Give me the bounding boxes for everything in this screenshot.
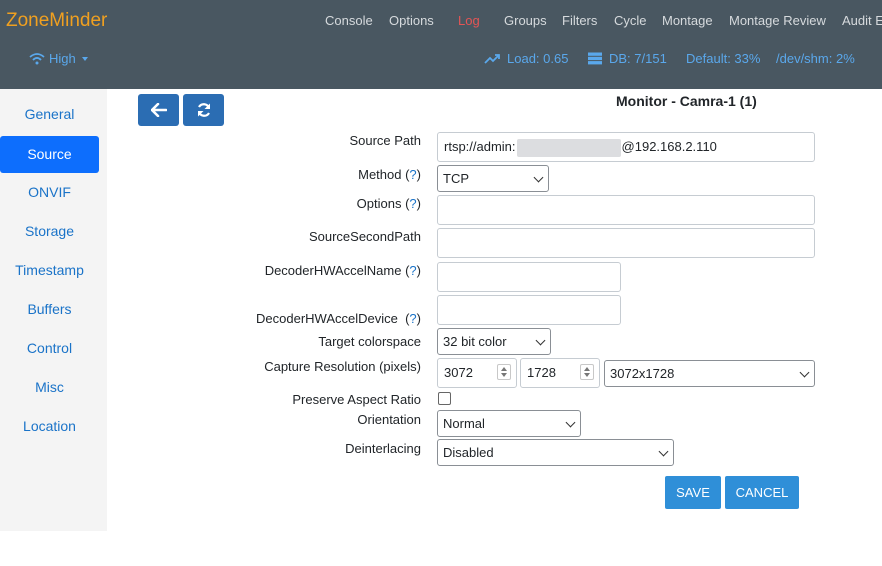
chevron-down-icon [799,367,810,378]
nav-item-audit[interactable]: Audit E [842,13,882,28]
decoder-hw-accel-device-input[interactable] [437,295,621,325]
deinterlacing-label: Deinterlacing [345,441,421,456]
sidebar-item-onvif[interactable]: ONVIF [0,174,99,211]
nav-item-montage-review[interactable]: Montage Review [729,13,826,28]
decoder-hw-accel-name-help-link[interactable]: ? [409,263,416,278]
decoder-hw-accel-name-label: DecoderHWAccelName (?) [265,263,421,278]
decoder-hw-accel-name-label-text: DecoderHWAccelName ( [264,263,410,278]
chevron-down-icon [535,335,546,346]
options-label-text: Options ( [356,196,410,211]
source-path-label: Source Path [349,133,421,148]
decoder-hw-accel-device-label: DecoderHWAccelDevice (?) [249,296,421,326]
default-storage-stat[interactable]: Default: 33% [686,51,760,66]
top-navbar: ZoneMinder Console Options Log Groups Fi… [0,0,882,89]
decoder-hw-accel-name-label-close: ) [416,263,421,278]
options-label-close: ) [416,196,421,211]
target-colorspace-label: Target colorspace [318,334,421,349]
cancel-button[interactable]: CANCEL [725,476,799,509]
capture-height-input[interactable]: 1728 [520,358,600,388]
settings-sidebar: General Source ONVIF Storage Timestamp B… [0,89,107,531]
method-value: TCP [443,171,469,186]
options-help-link[interactable]: ? [409,196,416,211]
db-value: DB: 7/151 [609,51,667,66]
db-stat: DB: 7/151 [587,51,667,66]
decoder-hw-accel-device-label-text: DecoderHWAccelDevice ( [256,311,410,326]
capture-width-input[interactable]: 3072 [437,358,517,388]
source-path-suffix: @192.168.2.110 [621,139,717,154]
source-path-prefix: rtsp://admin: [444,139,516,154]
nav-item-log[interactable]: Log [458,13,480,28]
refresh-icon [197,103,210,117]
method-label: Method (?) [358,167,421,182]
source-second-path-input[interactable] [437,228,815,258]
chevron-down-icon [565,417,576,428]
sidebar-item-location[interactable]: Location [0,408,99,445]
nav-item-groups[interactable]: Groups [504,13,547,28]
capture-resolution-preset: 3072x1728 [610,366,675,381]
decoder-hw-accel-device-label-close: ) [416,311,421,326]
nav-item-montage[interactable]: Montage [662,13,713,28]
trend-up-icon [484,54,500,64]
orientation-label: Orientation [357,412,421,427]
capture-height-value: 1728 [527,365,556,380]
stepper-icon[interactable] [580,364,594,380]
arrow-left-icon [150,103,167,117]
source-path-input[interactable]: rtsp://admin: @192.168.2.110 [437,132,815,162]
deinterlacing-value: Disabled [443,445,494,460]
orientation-select[interactable]: Normal [437,410,581,437]
sidebar-item-control[interactable]: Control [0,330,99,367]
options-input[interactable] [437,195,815,225]
capture-resolution-select[interactable]: 3072x1728 [604,360,815,387]
options-label: Options (?) [357,196,421,211]
sidebar-item-storage[interactable]: Storage [0,213,99,250]
back-button[interactable] [138,94,179,126]
redacted-credentials [516,138,621,157]
capture-resolution-label: Capture Resolution (pixels) [264,359,421,374]
deinterlacing-select[interactable]: Disabled [437,439,674,466]
decoder-hw-accel-name-input[interactable] [437,262,621,292]
nav-item-options[interactable]: Options [389,13,434,28]
method-label-close: ) [416,167,421,182]
sidebar-item-misc[interactable]: Misc [0,369,99,406]
main-menu: Console Options Log Groups Filters Cycle… [0,13,882,31]
sidebar-item-source[interactable]: Source [0,136,99,173]
save-button[interactable]: SAVE [665,476,721,509]
chevron-down-icon [533,172,544,183]
orientation-value: Normal [443,416,485,431]
sidebar-item-buffers[interactable]: Buffers [0,291,99,328]
sidebar-item-timestamp[interactable]: Timestamp [0,252,99,289]
method-help-link[interactable]: ? [409,167,416,182]
load-stat: Load: 0.65 [484,51,568,66]
shm-stat[interactable]: /dev/shm: 2% [776,51,855,66]
preserve-aspect-ratio-checkbox[interactable] [438,392,451,405]
sidebar-item-general[interactable]: General [0,96,99,133]
method-label-text: Method ( [358,167,410,182]
capture-width-value: 3072 [444,365,473,380]
nav-item-console[interactable]: Console [325,13,373,28]
decoder-hw-accel-device-help-link[interactable]: ? [409,311,416,326]
load-value: Load: 0.65 [507,51,569,66]
method-select[interactable]: TCP [437,165,549,192]
preserve-aspect-ratio-label: Preserve Aspect Ratio [292,392,421,407]
source-second-path-label: SourceSecondPath [308,229,421,244]
system-stats: Load: 0.65 DB: 7/151 Default: 33% /dev/s… [0,51,882,69]
nav-item-cycle[interactable]: Cycle [614,13,647,28]
stepper-icon[interactable] [497,364,511,380]
database-icon [588,52,602,65]
refresh-button[interactable] [183,94,224,126]
nav-item-filters[interactable]: Filters [562,13,597,28]
target-colorspace-select[interactable]: 32 bit color [437,328,551,355]
target-colorspace-value: 32 bit color [443,334,507,349]
page-title: Monitor - Camra-1 (1) [616,93,757,109]
chevron-down-icon [658,446,669,457]
